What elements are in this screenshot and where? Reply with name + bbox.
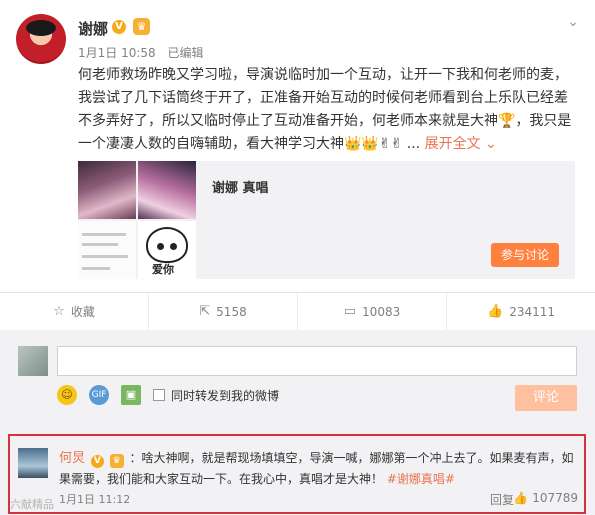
submit-comment-button[interactable]: 评论 — [515, 385, 577, 411]
comment-body: 何炅 V ♛ ：啥大神啊，就是帮现场填填空，导演一喊，娜娜第一个冲上去了。如果麦… — [59, 448, 579, 489]
comment-like-button[interactable]: 👍 107789 — [513, 491, 578, 505]
composer-tools: ☺ GIF ▣ 同时转发到我的微博 — [57, 385, 279, 405]
comment-button[interactable]: ▭ 10083 — [298, 293, 447, 330]
crown-badge-icon: ♛ — [109, 454, 124, 468]
crown-badge-icon: ♛ — [133, 18, 150, 35]
card-title[interactable]: 谢娜 真唱 — [212, 177, 269, 196]
repost-checkbox-label: 同时转发到我的微博 — [171, 388, 280, 403]
repost-button[interactable]: ⇱ 5158 — [149, 293, 298, 330]
reply-button[interactable]: 回复 — [490, 491, 514, 508]
post-text: 何老师救场昨晚又学习啦，导演说临时加一个互动，让开一下我和何老师的麦，我尝试了几… — [78, 67, 572, 152]
emoji-face-icon — [146, 227, 188, 263]
gif-icon[interactable]: GIF — [89, 385, 109, 405]
star-icon: ☆ — [53, 304, 65, 319]
post-meta: 1月1日 10:58 已编辑 — [78, 44, 212, 61]
repost-checkbox[interactable] — [153, 389, 165, 401]
comment-input[interactable] — [57, 346, 577, 376]
topic-card[interactable]: 爱你 谢娜 真唱 参与讨论 — [78, 161, 575, 279]
comment-count: 10083 — [362, 304, 401, 319]
highlighted-comment: 何炅 V ♛ ：啥大神啊，就是帮现场填填空，导演一喊，娜娜第一个冲上去了。如果麦… — [8, 434, 586, 514]
comment-text: ：啥大神啊，就是帮现场填填空，导演一喊，娜娜第一个冲上去了。如果麦有声，如果需要… — [59, 451, 574, 486]
sticker-thumbnail[interactable]: 爱你 — [138, 221, 196, 279]
thumbs-up-icon: 👍 — [513, 491, 529, 505]
thumbnail-image[interactable] — [78, 221, 136, 279]
favorite-button[interactable]: ☆ 收藏 — [0, 293, 149, 330]
sticker-text: 爱你 — [152, 263, 174, 276]
commenter-avatar[interactable] — [18, 448, 48, 478]
author-avatar[interactable] — [16, 14, 66, 64]
expand-full-text-link[interactable]: 展开全文 ⌄ — [425, 136, 497, 152]
chevron-down-icon[interactable]: ⌄ — [567, 14, 579, 30]
join-discussion-button[interactable]: 参与讨论 — [491, 243, 559, 267]
favorite-label: 收藏 — [70, 305, 95, 319]
like-button[interactable]: 👍 234111 — [447, 293, 595, 330]
verified-badge-icon: V — [112, 20, 126, 34]
post-time[interactable]: 1月1日 10:58 — [78, 46, 156, 60]
edited-label[interactable]: 已编辑 — [168, 46, 204, 60]
thumbnail-image[interactable] — [138, 161, 196, 219]
comment-time: 1月1日 11:12 — [59, 493, 131, 506]
thumbs-up-icon: 👍 — [487, 304, 504, 319]
share-icon: ⇱ — [199, 304, 211, 319]
thumbnail-image[interactable] — [78, 161, 136, 219]
comment-icon: ▭ — [343, 304, 357, 319]
comment-like-count: 107789 — [532, 491, 578, 505]
repost-count: 5158 — [216, 304, 247, 319]
post-body: 何老师救场昨晚又学习啦，导演说临时加一个互动，让开一下我和何老师的麦，我尝试了几… — [78, 64, 578, 156]
watermark: 六献精品 — [10, 498, 54, 511]
weibo-post: 谢娜 V ♛ 1月1日 10:58 已编辑 ⌄ 何老师救场昨晚又学习啦，导演说临… — [0, 0, 595, 292]
like-count: 234111 — [509, 304, 555, 319]
commenter-name[interactable]: 何炅 — [59, 451, 85, 466]
emoji-icon[interactable]: ☺ — [57, 385, 77, 405]
image-icon[interactable]: ▣ — [121, 385, 141, 405]
hashtag-link[interactable]: #谢娜真唱# — [387, 472, 455, 486]
author-name[interactable]: 谢娜 — [78, 18, 108, 39]
action-bar: ☆ 收藏 ⇱ 5158 ▭ 10083 👍 234111 — [0, 292, 595, 330]
avatar — [18, 346, 48, 376]
verified-badge-icon: V — [90, 455, 104, 468]
